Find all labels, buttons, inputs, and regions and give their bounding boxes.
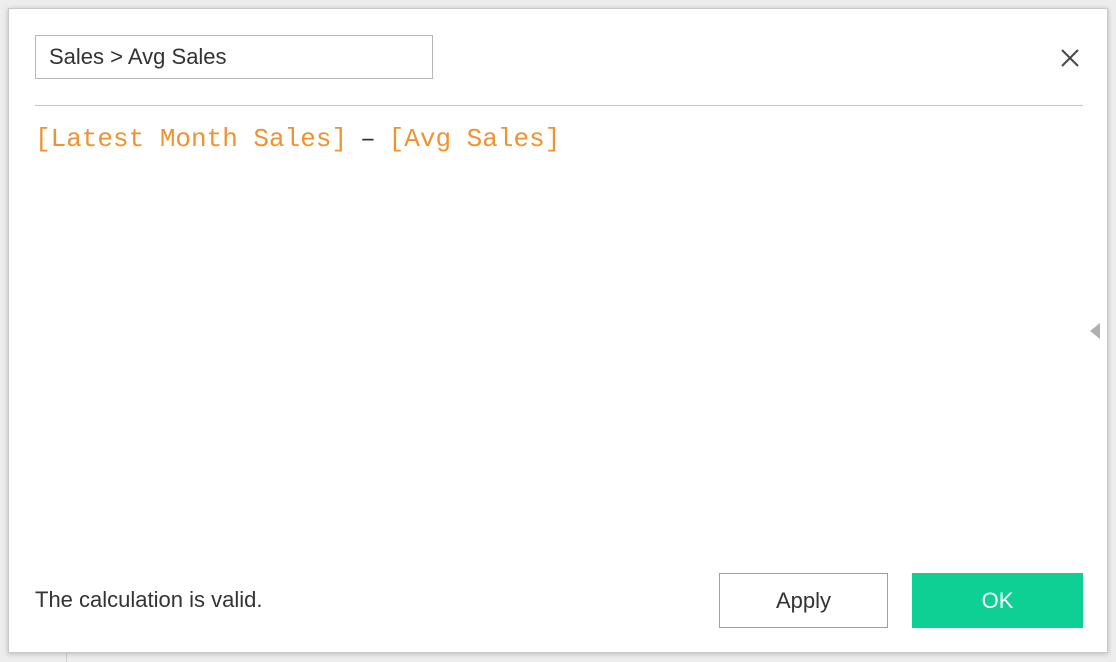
validation-status: The calculation is valid. [35,587,263,612]
triangle-left-icon [1090,323,1100,339]
close-button[interactable] [1054,42,1086,74]
formula-editor[interactable]: [Latest Month Sales] – [Avg Sales] [35,121,1065,551]
background-divider [66,652,67,662]
apply-button[interactable]: Apply [719,573,888,628]
formula-field-avg-sales: [Avg Sales] [388,124,561,154]
close-icon [1061,49,1079,67]
ok-button[interactable]: OK [912,573,1083,628]
calculation-editor-dialog: [Latest Month Sales]–[Avg Sales] The cal… [8,8,1108,653]
formula-operator: – [360,124,376,154]
side-panel-toggle[interactable] [1089,322,1101,340]
calculation-name-input[interactable] [35,35,433,79]
header-divider [35,105,1083,106]
formula-field-latest-month-sales: [Latest Month Sales] [35,124,348,154]
